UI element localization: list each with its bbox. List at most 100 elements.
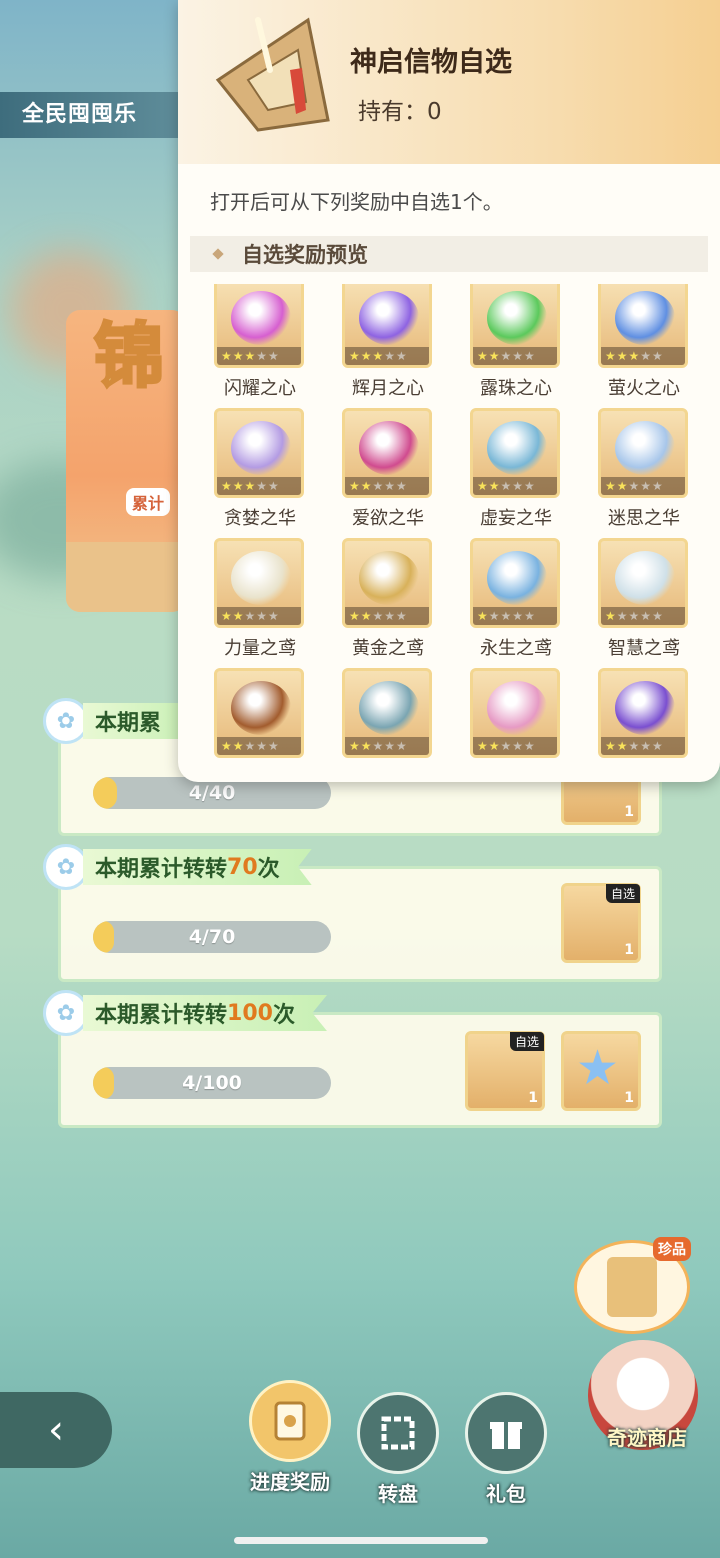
nav-label: 奇迹商店 — [607, 1426, 687, 1450]
self-pick-badge: 自选 — [605, 884, 640, 903]
flower-icon: ✿ — [43, 698, 89, 744]
rarity-stars: ★★★★★ — [345, 347, 429, 365]
reward-count: 1 — [624, 942, 634, 958]
reward-art-icon — [615, 291, 675, 345]
banner-tag: 累计 — [126, 488, 171, 516]
rarity-stars: ★★★★★ — [345, 737, 429, 755]
reward-art-icon — [615, 681, 675, 735]
reward-name: 占天之典 — [214, 764, 306, 766]
reward-preview-item[interactable]: ★★★★★ 萤火之心 — [598, 284, 690, 400]
nav-gift[interactable]: 礼包 — [458, 1392, 554, 1507]
shop-preview-bubble: 珍品 — [574, 1237, 691, 1334]
reward-art-icon — [231, 291, 291, 345]
task-title-text: 本期累计转转 — [95, 1003, 228, 1028]
gift-icon — [465, 1392, 547, 1474]
reward-preview-item[interactable]: ★★★★★ 力量之鸢 — [214, 538, 306, 660]
task-title: ✿ 本期累计转转 70 次 — [43, 844, 312, 890]
reward-art-icon — [487, 421, 547, 475]
reward-name: 迷思之华 — [608, 508, 680, 529]
reward-name: 力量之鸢 — [224, 638, 296, 659]
nav-label: 转盘 — [378, 1482, 418, 1506]
back-button[interactable]: ‹ — [0, 1392, 112, 1468]
rarity-stars: ★★★★★ — [217, 607, 301, 625]
rarity-stars: ★★★★★ — [217, 347, 301, 365]
reward-tile: ★★★★★ — [470, 408, 560, 498]
reward-name: 草木之典 — [342, 764, 434, 766]
reward-art-icon — [359, 291, 419, 345]
reward-tile: ★★★★★ — [342, 538, 432, 628]
reward-preview-item[interactable]: ★★★★★ 爱欲之华 — [342, 408, 434, 530]
task-title-text: 本期累 — [95, 711, 162, 736]
reward-preview-item[interactable]: ★★★★★ 行歌之典 — [470, 668, 562, 766]
reward-tile: ★★★★★ — [470, 668, 560, 758]
popup-header: 神启信物自选 持有：0 — [178, 0, 720, 164]
reward-preview-item[interactable]: ★★★★★ 草木之典 — [342, 668, 434, 766]
reward-preview-header: 自选奖励预览 — [190, 236, 708, 272]
task-title: ✿ 本期累 — [43, 698, 194, 744]
reward-art-icon — [359, 681, 419, 735]
nav-progress-reward[interactable]: 进度奖励 — [240, 1380, 340, 1495]
reward-name: 永生之鸢 — [480, 638, 552, 659]
reward-preview-item[interactable]: ★★★★★ 智慧之鸢 — [598, 538, 690, 660]
section-title: 自选奖励预览 — [242, 243, 368, 267]
reward-item[interactable]: 自选 1 — [465, 1031, 545, 1111]
progress-text: 4/100 — [182, 1072, 242, 1094]
reward-art-icon — [487, 681, 547, 735]
reward-tile: ★★★★★ — [342, 284, 432, 368]
reward-item[interactable]: ★ 1 — [561, 1031, 641, 1111]
reward-preview-item[interactable]: ★★★★★ 迷思之华 — [598, 408, 690, 530]
rarity-stars: ★★★★★ — [601, 477, 685, 495]
task-target-number: 70 — [227, 854, 258, 880]
reward-count: 1 — [624, 1090, 634, 1106]
reward-preview-item[interactable]: ★★★★★ 贪婪之华 — [214, 408, 306, 530]
nav-label: 礼包 — [486, 1482, 526, 1506]
reward-name: 黄金之鸢 — [352, 638, 424, 659]
reward-tile: ★★★★★ — [598, 538, 688, 628]
rarity-stars: ★★★★★ — [601, 737, 685, 755]
rarity-stars: ★★★★★ — [217, 477, 301, 495]
task-title-suffix: 次 — [257, 857, 280, 882]
reward-art-icon — [615, 551, 675, 605]
nav-miracle-shop[interactable]: 珍品 奇迹商店 — [574, 1237, 720, 1451]
home-indicator — [234, 1537, 488, 1544]
star-icon: ★ — [576, 1040, 620, 1096]
rarity-stars: ★★★★★ — [601, 607, 685, 625]
reward-tile: ★★★★★ — [598, 408, 688, 498]
reward-tile: ★★★★★ — [342, 668, 432, 758]
reward-art-icon — [487, 551, 547, 605]
reward-preview-item[interactable]: ★★★★★ 永生之鸢 — [470, 538, 562, 660]
rarity-stars: ★★★★★ — [345, 477, 429, 495]
reward-preview-item[interactable]: ★★★★★ 占天之典 — [214, 668, 306, 766]
reward-preview-item[interactable]: ★★★★★ 虚妄之华 — [470, 408, 562, 530]
reward-preview-grid: ★★★★★ 闪耀之心 ★★★★★ 辉月之心 ★★★★★ 露珠之心 ★★★★★ 萤火之心 ★★★★… — [214, 284, 694, 766]
reward-preview-item[interactable]: ★★★★★ 闪耀之心 — [214, 284, 306, 400]
reward-tile: ★★★★★ — [214, 538, 304, 628]
wheel-icon — [357, 1392, 439, 1474]
rarity-stars: ★★★★★ — [473, 737, 557, 755]
nav-wheel[interactable]: 转盘 — [350, 1392, 446, 1507]
task-card: ✿ 本期累计转转 70 次 4/70 自选 1 — [43, 844, 662, 982]
reward-preview-item[interactable]: ★★★★★ 露珠之心 — [470, 284, 562, 400]
task-title-suffix: 次 — [272, 1003, 295, 1028]
reward-name: 行歌之典 — [470, 764, 562, 766]
token-icon — [215, 17, 330, 132]
reward-preview-item[interactable]: ★★★★★ 黄金之鸢 — [342, 538, 434, 660]
reward-name: 虚妄之华 — [480, 508, 552, 529]
banner-logo: 锦 — [93, 314, 166, 399]
reward-name: 露珠之心 — [480, 378, 552, 399]
reward-art-icon — [231, 551, 291, 605]
reward-art-icon — [487, 291, 547, 345]
event-title-chip[interactable]: 全民囤囤乐 — [0, 92, 180, 138]
reward-art-icon — [231, 681, 291, 735]
reward-count: 1 — [528, 1090, 538, 1106]
event-banner[interactable]: 锦 累计 — [66, 310, 186, 612]
progress-bar: 4/70 — [93, 921, 331, 953]
reward-count: 1 — [624, 804, 634, 820]
self-pick-badge: 自选 — [509, 1032, 544, 1051]
scythe-icon — [607, 1257, 657, 1317]
progress-bar: 4/100 — [93, 1067, 331, 1099]
reward-preview-item[interactable]: ★★★★★ 几何之典 — [598, 668, 690, 766]
reward-preview-item[interactable]: ★★★★★ 辉月之心 — [342, 284, 434, 400]
reward-item[interactable]: 自选 1 — [561, 883, 641, 963]
reward-tile: ★★★★★ — [214, 408, 304, 498]
